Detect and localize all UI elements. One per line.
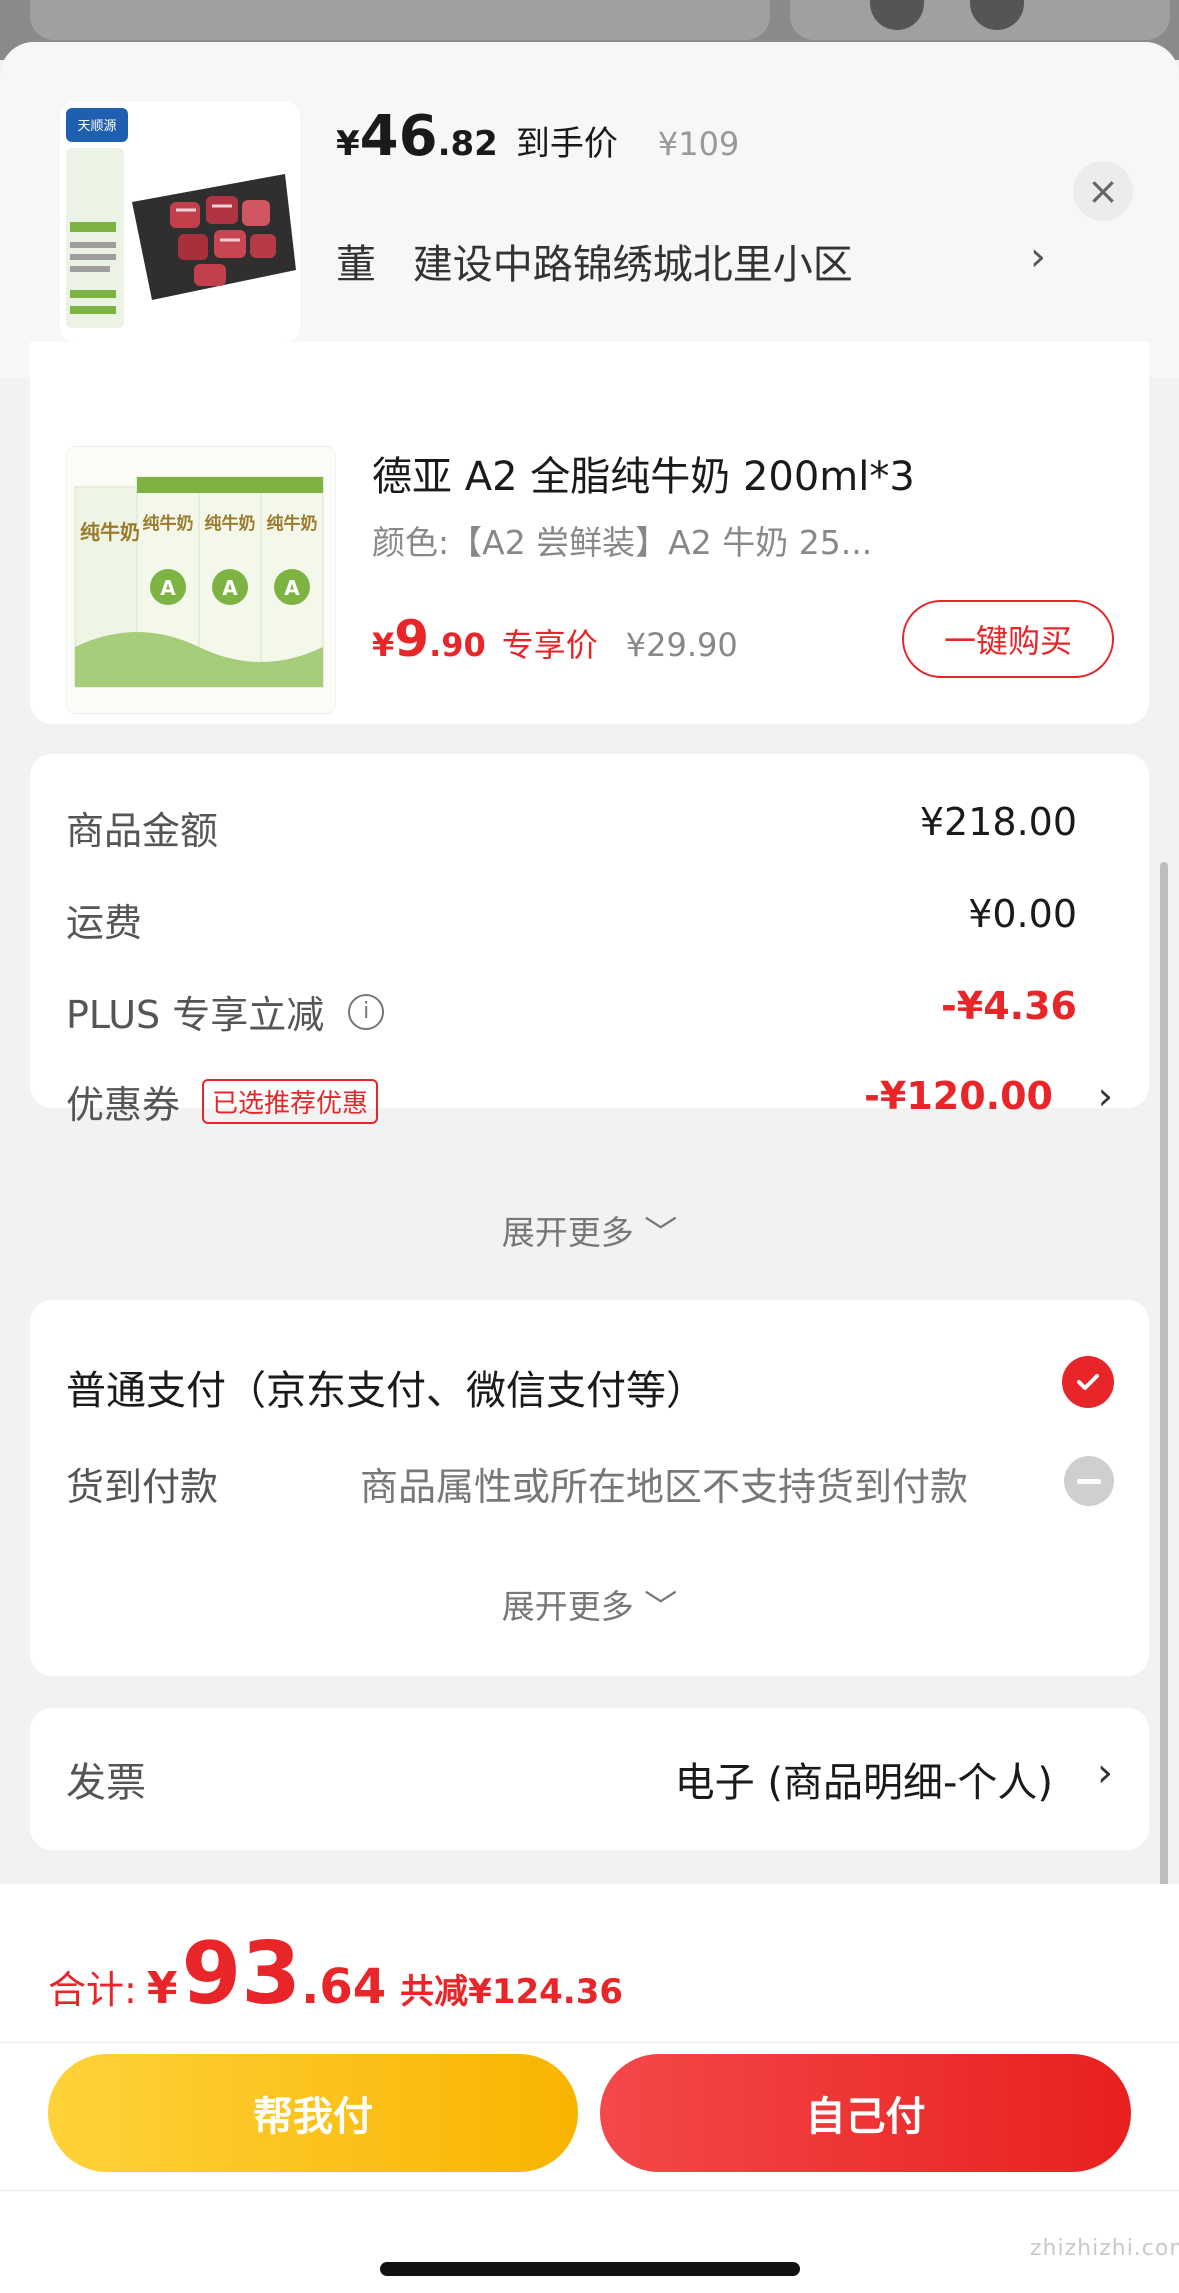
chevron-right-icon[interactable]: ›: [1098, 1074, 1113, 1118]
invoice-label: 发票: [66, 1760, 146, 1806]
svg-text:A: A: [160, 576, 176, 600]
beef-product-image: 天顺源: [60, 102, 300, 342]
close-icon: ×: [1087, 169, 1119, 213]
svg-text:纯牛奶: 纯牛奶: [80, 520, 140, 544]
pay-myself-button[interactable]: 自己付: [600, 2054, 1131, 2172]
coupon-value: -¥120.00: [864, 1074, 1053, 1118]
shipping-label: 运费: [66, 901, 143, 945]
goods-amount-label: 商品金额: [66, 809, 219, 853]
payment-option-cod: 货到付款: [66, 1465, 219, 1509]
sheet-header: 天顺源 ¥ 46 .82 到手价 ¥109 董 建设中路锦绣城北里小区 › ×: [0, 42, 1179, 378]
header-product-image: 天顺源: [60, 102, 300, 342]
product-price-tag: 专享价: [501, 626, 598, 664]
total-decimal: .64: [301, 1959, 387, 2015]
amount-row-shipping: 运费 ¥0.00: [66, 892, 1113, 952]
one-click-buy-button[interactable]: 一键购买: [902, 600, 1114, 678]
product-image: 纯牛奶 纯牛奶 纯牛奶 纯牛奶 A A A: [66, 446, 336, 714]
payment-option-normal[interactable]: 普通支付（京东支付、微信支付等）: [66, 1358, 706, 1416]
total-integer: 93: [181, 1924, 302, 2024]
total-label: 合计:: [48, 1968, 137, 2012]
invoice-value: 电子 (商品明细-个人): [674, 1760, 1053, 1806]
amount-summary-card: 商品金额 ¥218.00 运费 ¥0.00 PLUS 专享立减 i -¥4.36…: [30, 754, 1149, 1252]
svg-text:纯牛奶: 纯牛奶: [143, 513, 194, 534]
recommended-product-card: 纯牛奶 纯牛奶 纯牛奶 纯牛奶 A A A 德亚 A2 全脂纯牛奶 200ml*…: [30, 342, 1149, 724]
amount-row-plus: PLUS 专享立减 i -¥4.36: [66, 984, 1113, 1044]
amount-expand-more[interactable]: 展开更多 ﹀: [30, 1206, 1149, 1254]
svg-text:A: A: [222, 576, 238, 600]
watermark: zhizhizhi.com: [1030, 2236, 1179, 2261]
order-total: 合计: ¥ 93 .64 共减¥124.36: [48, 1924, 624, 2024]
close-button[interactable]: ×: [1073, 161, 1133, 221]
header-price: ¥ 46 .82 到手价 ¥109: [336, 104, 739, 174]
header-price-decimal: .82: [437, 124, 498, 164]
payment-expand-more[interactable]: 展开更多 ﹀: [30, 1580, 1149, 1628]
coupon-label-wrap: 优惠券 已选推荐优惠: [66, 1074, 379, 1129]
payment-method-card: 普通支付（京东支付、微信支付等） 货到付款 商品属性或所在地区不支持货到付款 展…: [30, 1300, 1149, 1676]
divider: [0, 2190, 1179, 2191]
amount-row-goods: 商品金额 ¥218.00: [66, 800, 1113, 860]
product-spec: 颜色:【A2 尝鲜装】A2 牛奶 25...: [372, 523, 873, 562]
svg-text:纯牛奶: 纯牛奶: [267, 513, 318, 534]
header-price-currency: ¥: [336, 124, 360, 164]
goods-amount-value: ¥218.00: [919, 800, 1077, 844]
help-me-pay-button[interactable]: 帮我付: [48, 2054, 578, 2172]
amount-row-coupon[interactable]: 优惠券 已选推荐优惠 -¥120.00 ›: [66, 1074, 1113, 1134]
plus-discount-label: PLUS 专享立减: [66, 993, 325, 1037]
cod-unavailable-note: 商品属性或所在地区不支持货到付款: [360, 1465, 969, 1509]
chevron-right-icon[interactable]: ›: [1097, 1750, 1113, 1796]
product-title: 德亚 A2 全脂纯牛奶 200ml*3: [372, 454, 915, 500]
product-price-integer: 9: [394, 610, 430, 668]
svg-text:A: A: [284, 576, 300, 600]
header-price-integer: 46: [359, 104, 438, 169]
info-icon[interactable]: i: [348, 993, 385, 1030]
header-price-tag: 到手价: [515, 124, 618, 164]
checkout-footer: 合计: ¥ 93 .64 共减¥124.36 帮我付 自己付: [0, 1884, 1179, 2293]
recipient-name: 董: [336, 242, 376, 288]
address-text: 建设中路锦绣城北里小区: [412, 242, 853, 288]
invoice-card[interactable]: 发票 电子 (商品明细-个人) ›: [30, 1708, 1149, 1850]
header-original-price: ¥109: [657, 125, 740, 163]
shipping-value: ¥0.00: [968, 892, 1077, 936]
product-original-price: ¥29.90: [625, 626, 738, 664]
background-card: [30, 0, 770, 40]
total-saved: 共减¥124.36: [400, 1972, 624, 2012]
product-price: ¥ 9 .90 专享价 ¥29.90: [372, 610, 738, 670]
plus-discount-label-wrap: PLUS 专享立减 i: [66, 984, 385, 1039]
divider: [0, 2042, 1179, 2043]
milk-product-image: 纯牛奶 纯牛奶 纯牛奶 纯牛奶 A A A: [67, 447, 335, 713]
delivery-address[interactable]: 董 建设中路锦绣城北里小区: [336, 232, 853, 290]
product-price-currency: ¥: [372, 626, 395, 664]
address-chevron-icon[interactable]: ›: [1030, 234, 1046, 280]
plus-discount-value: -¥4.36: [941, 984, 1077, 1028]
coupon-label: 优惠券: [66, 1083, 181, 1127]
disabled-option-icon: [1064, 1456, 1114, 1506]
scrollbar[interactable]: [1160, 862, 1168, 1912]
home-indicator[interactable]: [380, 2262, 800, 2276]
svg-text:纯牛奶: 纯牛奶: [205, 513, 256, 534]
checkmark-icon[interactable]: [1062, 1356, 1114, 1408]
svg-text:天顺源: 天顺源: [77, 118, 116, 133]
product-price-decimal: .90: [429, 626, 486, 664]
coupon-recommended-badge: 已选推荐优惠: [202, 1079, 379, 1124]
total-currency: ¥: [146, 1963, 178, 2014]
